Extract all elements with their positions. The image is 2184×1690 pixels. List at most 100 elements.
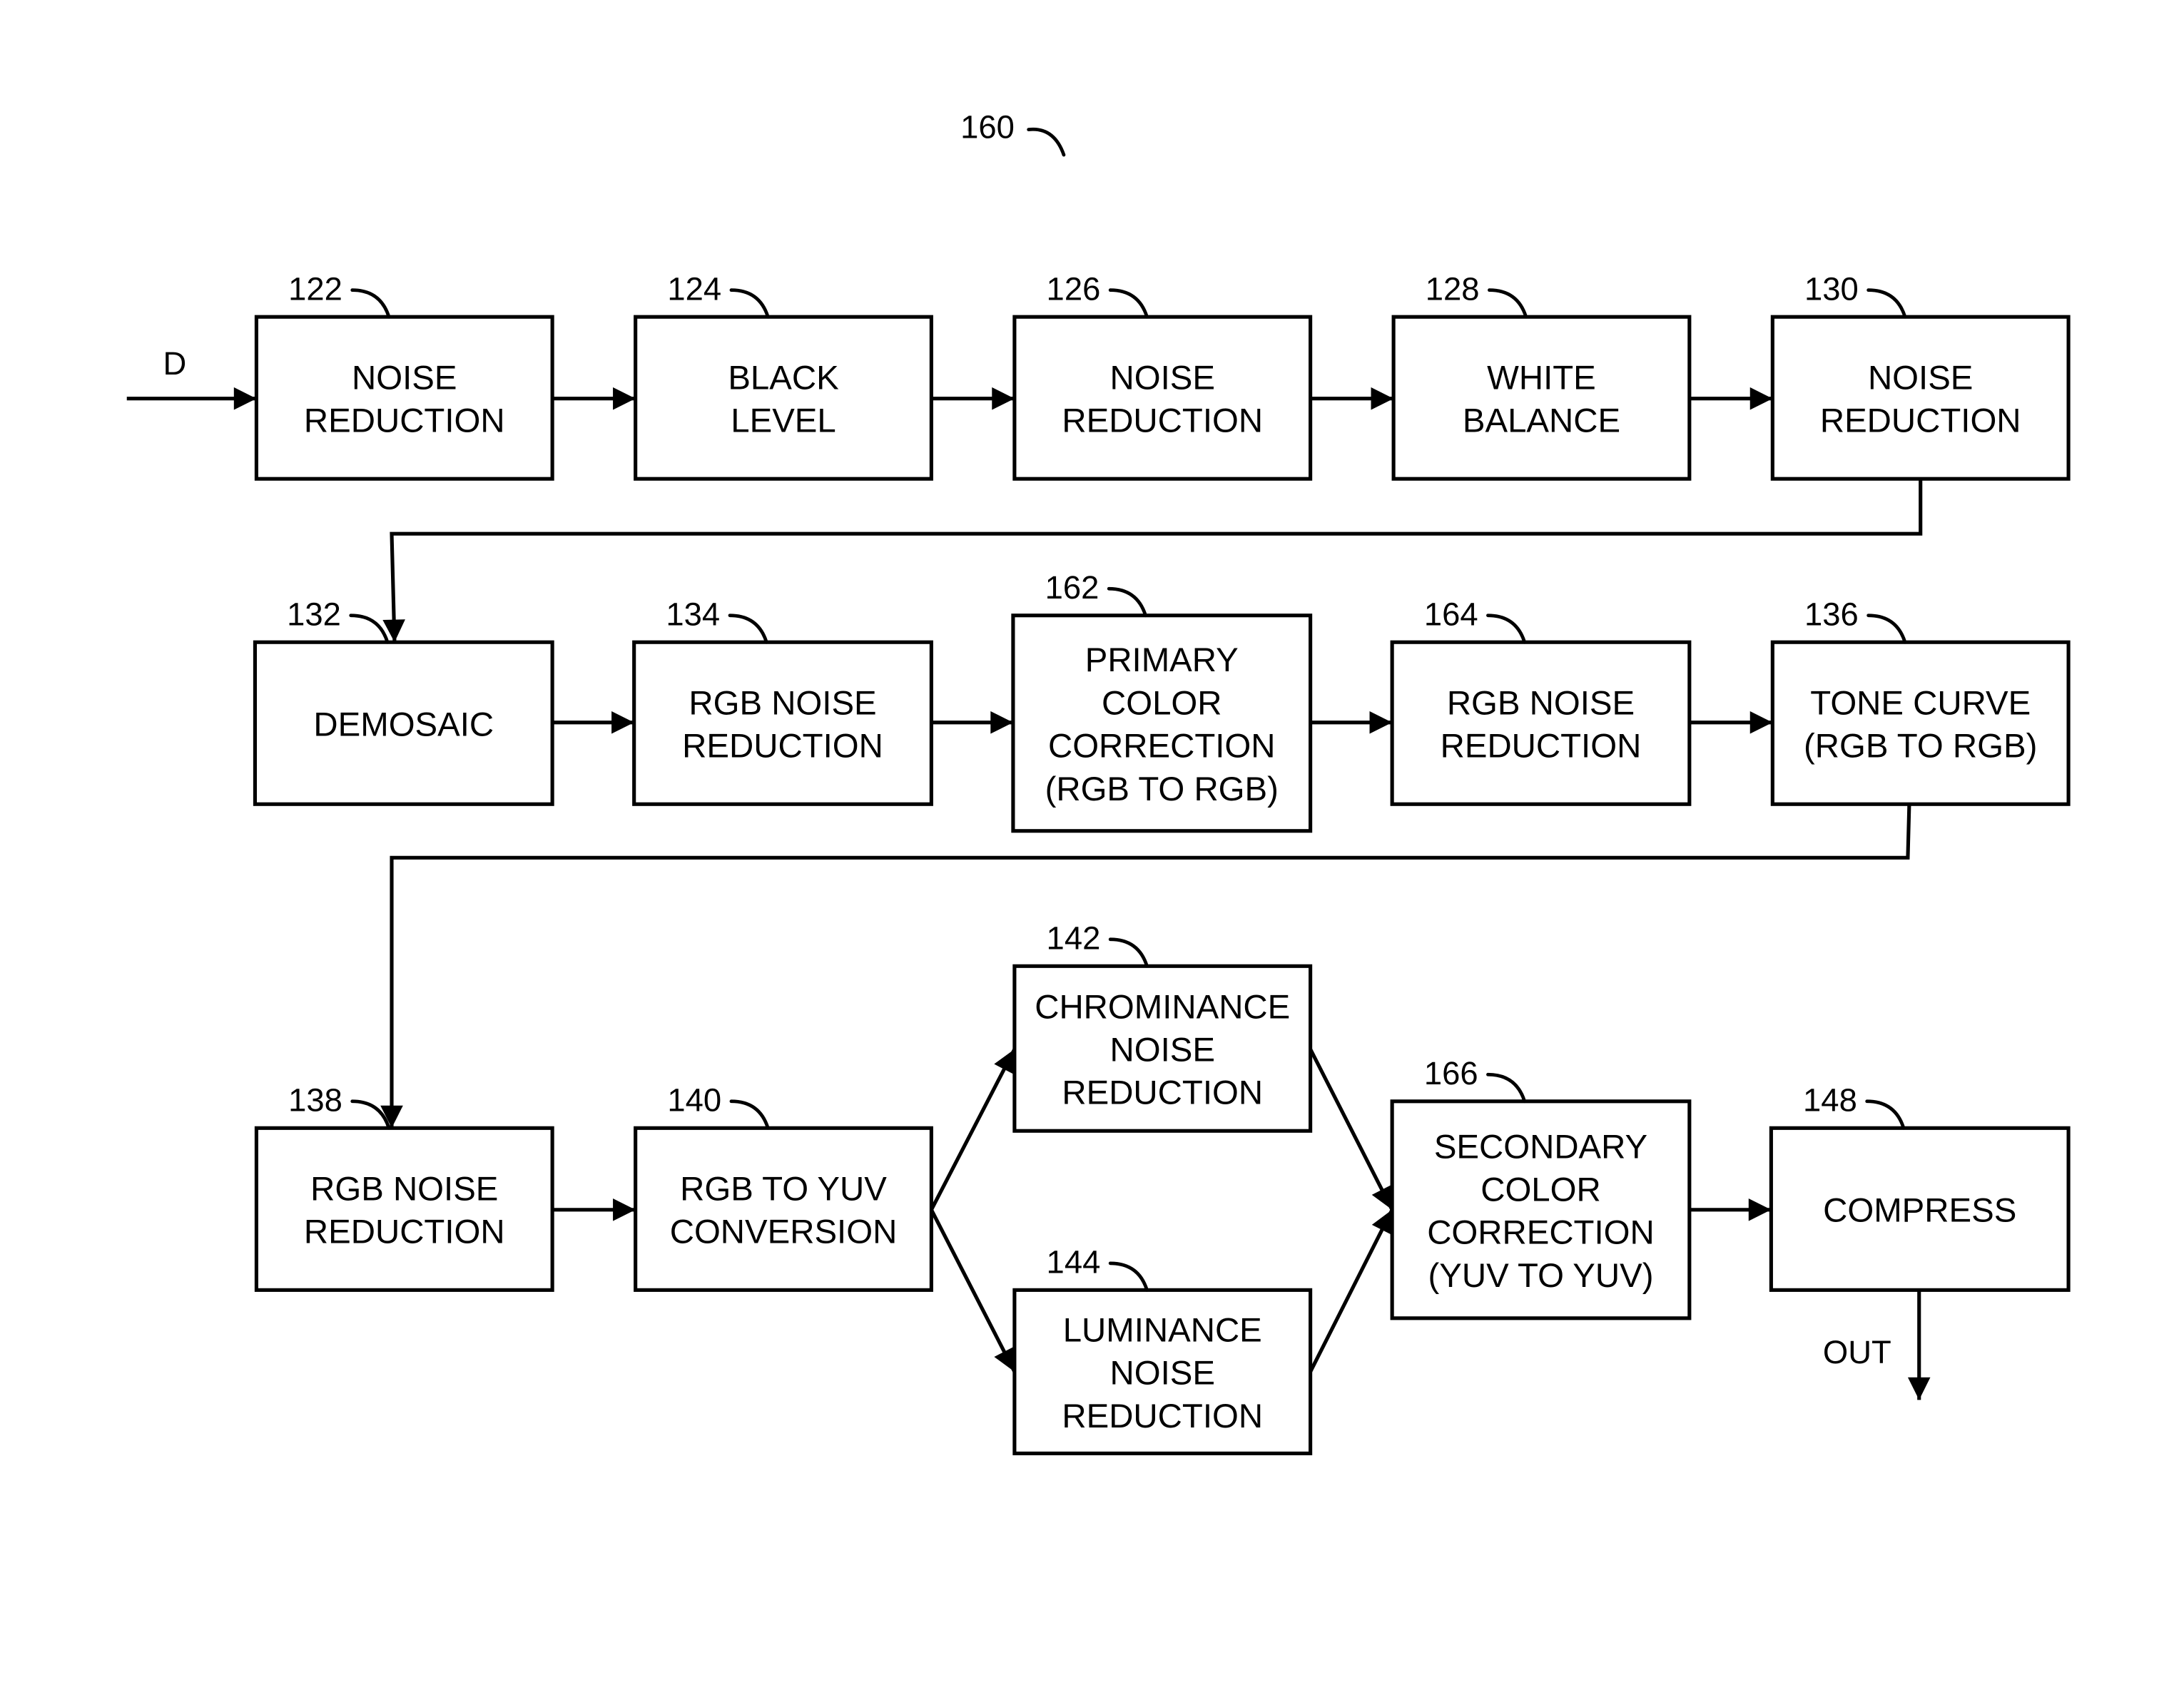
block-label-line: REDUCTION xyxy=(682,728,883,765)
block-148: COMPRESS 148 xyxy=(1769,1082,2071,1292)
block-144: LUMINANCE NOISE REDUCTION 144 xyxy=(1012,1244,1313,1455)
block-ref-number: 140 xyxy=(667,1082,721,1119)
block-label-line: PRIMARY xyxy=(1085,641,1239,679)
block-label-line: NOISE xyxy=(1110,1032,1215,1069)
block-box xyxy=(1390,640,1692,806)
block-label-line: NOISE xyxy=(352,359,457,397)
blocks: NOISE REDUCTION 122 BLACK LEVEL 124 NOISE REDUC… xyxy=(253,271,2071,1455)
block-126: NOISE REDUCTION 126 xyxy=(1012,271,1313,481)
block-box xyxy=(1012,315,1313,481)
ref-leader-line xyxy=(1866,288,1907,319)
block-ref-number: 126 xyxy=(1047,271,1101,307)
block-130: NOISE REDUCTION 130 xyxy=(1770,271,2071,481)
block-box xyxy=(632,640,933,806)
ref-leader-line xyxy=(729,1099,770,1130)
input-label: D xyxy=(163,345,186,382)
block-142: CHROMINANCE NOISE REDUCTION 142 xyxy=(1012,920,1313,1133)
block-136: TONE CURVE (RGB TO RGB) 136 xyxy=(1770,596,2071,806)
block-label-line: CORRECTION xyxy=(1048,728,1276,765)
block-label-line: RGB NOISE xyxy=(689,684,876,722)
block-box xyxy=(1391,315,1692,481)
block-box xyxy=(634,315,933,481)
block-140: RGB TO YUV CONVERSION 140 xyxy=(634,1082,933,1292)
ref-leader-line xyxy=(1865,1099,1906,1130)
block-label-line: RGB NOISE xyxy=(310,1170,498,1208)
block-134: RGB NOISE REDUCTION 134 xyxy=(632,596,933,806)
block-128: WHITE BALANCE 128 xyxy=(1391,271,1692,481)
block-label-line: (RGB TO RGB) xyxy=(1804,728,2037,765)
ref-leader-line xyxy=(1486,1072,1527,1104)
output-label: OUT xyxy=(1823,1334,1891,1370)
block-ref-number: 142 xyxy=(1047,920,1101,957)
block-162: PRIMARY COLOR CORRECTION (RGB TO RGB) 162 xyxy=(1011,569,1313,833)
block-label-line: COLOR xyxy=(1480,1171,1601,1208)
block-ref-number: 162 xyxy=(1045,569,1099,606)
ref-leader-line xyxy=(1108,1261,1149,1292)
block-label-line: REDUCTION xyxy=(304,1213,505,1251)
arrow-140-142 xyxy=(930,1048,1017,1211)
block-label-line: REDUCTION xyxy=(1820,402,2021,440)
block-box xyxy=(634,1126,933,1292)
block-ref-number: 148 xyxy=(1803,1082,1857,1119)
block-124: BLACK LEVEL 124 xyxy=(634,271,933,481)
block-box xyxy=(1770,640,2071,806)
block-ref-number: 164 xyxy=(1424,596,1478,633)
block-label-line: REDUCTION xyxy=(1062,402,1263,440)
block-ref-number: 138 xyxy=(288,1082,342,1119)
block-label-line: REDUCTION xyxy=(304,402,505,440)
block-label-line: NOISE xyxy=(1110,359,1215,397)
block-box xyxy=(254,1126,554,1292)
block-label-line: NOISE xyxy=(1110,1355,1215,1393)
block-ref-number: 124 xyxy=(667,271,721,307)
block-ref-number: 132 xyxy=(287,596,341,633)
ref-leader-line xyxy=(1866,614,1907,644)
block-label-line: COLOR xyxy=(1102,684,1222,722)
block-label-line: CONVERSION xyxy=(670,1213,898,1251)
block-138: RGB NOISE REDUCTION 138 xyxy=(254,1082,554,1292)
ref-leader-line xyxy=(729,288,770,319)
ref-leader-line xyxy=(350,288,391,319)
figure-ref-label: 160 xyxy=(960,108,1015,145)
block-ref-number: 166 xyxy=(1424,1055,1478,1091)
block-label-line: LUMINANCE xyxy=(1063,1311,1262,1349)
block-label-line: TONE CURVE xyxy=(1810,684,2031,722)
block-ref-number: 128 xyxy=(1426,271,1480,307)
pipeline-diagram: 160 D OUT NOISE REDUCTION 122 BLACK LEVEL 124… xyxy=(126,108,2071,1455)
block-label-line: WHITE xyxy=(1487,359,1596,397)
block-box xyxy=(1770,315,2071,481)
block-ref-number: 144 xyxy=(1047,1244,1101,1281)
ref-leader-line xyxy=(1488,288,1528,319)
block-ref-number: 134 xyxy=(666,596,720,633)
block-label-line: (YUV TO YUV) xyxy=(1428,1257,1653,1295)
block-ref-number: 122 xyxy=(288,271,342,307)
block-label-line: NOISE xyxy=(1868,359,1973,397)
block-166: SECONDARY COLOR CORRECTION (YUV TO YUV) 166 xyxy=(1390,1055,1692,1320)
block-ref-number: 136 xyxy=(1804,596,1859,633)
block-label-line: RGB NOISE xyxy=(1447,684,1635,722)
block-label-line: LEVEL xyxy=(731,402,836,440)
block-164: RGB NOISE REDUCTION 164 xyxy=(1390,596,1692,806)
block-label-line: REDUCTION xyxy=(1441,728,1642,765)
block-132: DEMOSAIC 132 xyxy=(253,596,554,806)
block-label-line: REDUCTION xyxy=(1062,1074,1263,1112)
block-122: NOISE REDUCTION 122 xyxy=(254,271,554,481)
figure-reference: 160 xyxy=(960,108,1066,157)
ref-leader-line xyxy=(728,614,768,644)
ref-leader-line xyxy=(349,614,390,644)
block-label-line: CORRECTION xyxy=(1427,1214,1655,1252)
block-box xyxy=(254,315,554,481)
arrow-140-144 xyxy=(930,1208,1017,1373)
block-label-line: (RGB TO RGB) xyxy=(1045,770,1279,808)
block-label-line: SECONDARY xyxy=(1434,1128,1647,1166)
arrow-142-166 xyxy=(1309,1048,1394,1211)
block-label-line: BALANCE xyxy=(1463,402,1620,440)
arrow-144-166 xyxy=(1309,1208,1394,1373)
figure-ref-leader xyxy=(1027,127,1066,157)
block-ref-number: 130 xyxy=(1804,271,1859,307)
block-label-line: BLACK xyxy=(728,359,839,397)
block-label-line: RGB TO YUV xyxy=(680,1170,887,1208)
ref-leader-line xyxy=(1107,586,1147,618)
ref-leader-line xyxy=(1486,614,1527,644)
ref-leader-line xyxy=(350,1099,391,1130)
block-label-line: CHROMINANCE xyxy=(1035,988,1290,1026)
